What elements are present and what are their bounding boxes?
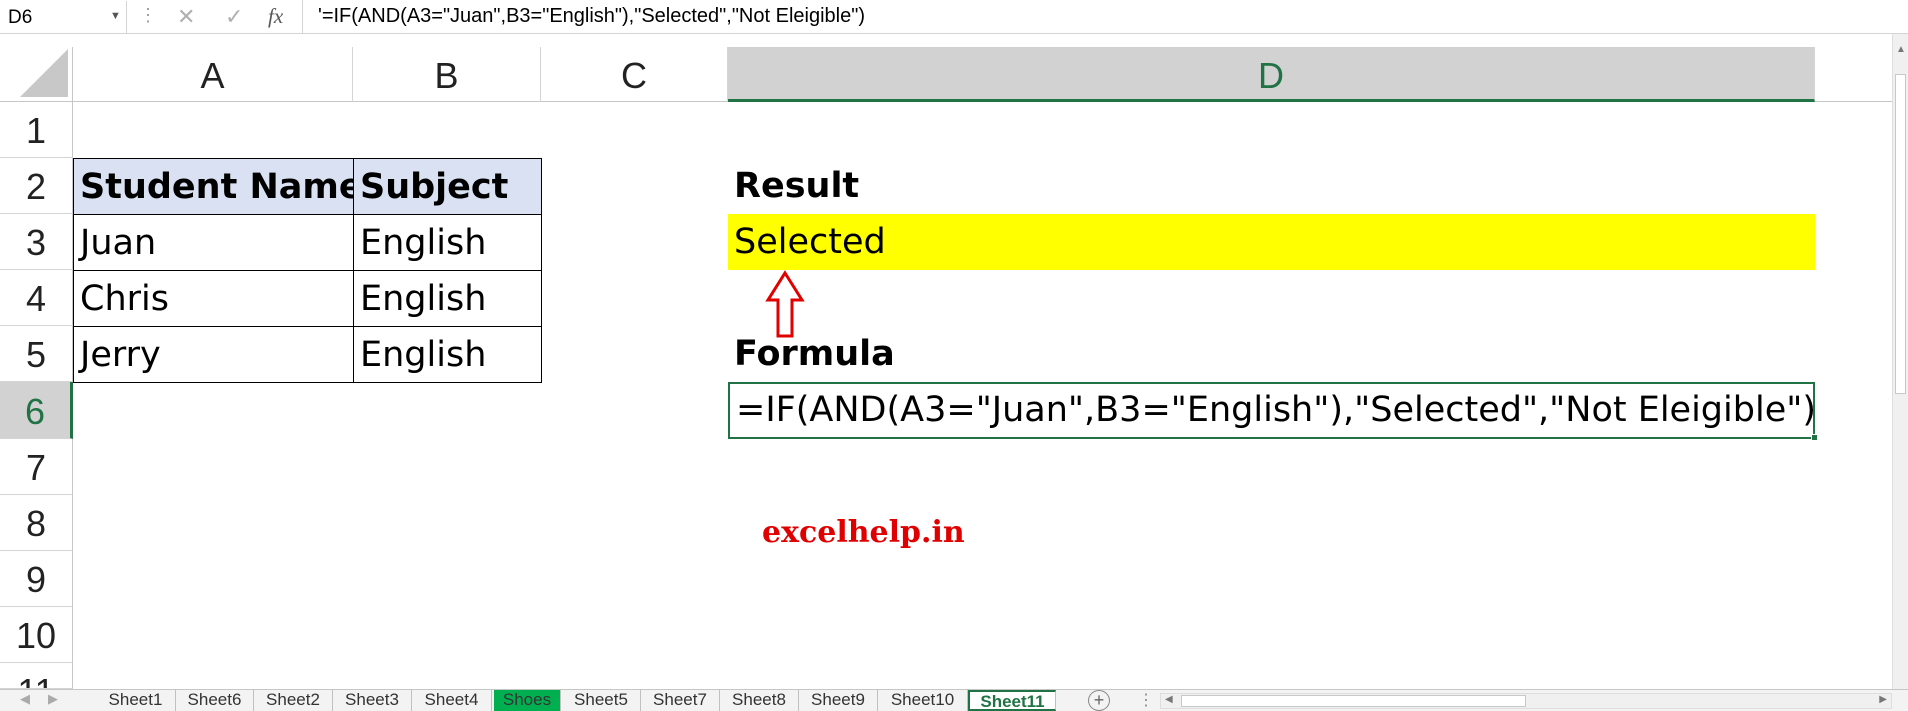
row-header-11[interactable]: 11: [0, 663, 73, 689]
tab-scroll-left-icon[interactable]: ◀: [20, 691, 30, 707]
table-cell-name[interactable]: Chris: [73, 270, 354, 327]
row-header-10[interactable]: 10: [0, 607, 73, 663]
formula-bar: D6 ▼ ⋮ ✕ ✓ fx '=IF(AND(A3="Juan",B3="Eng…: [0, 0, 1908, 34]
scroll-right-icon[interactable]: ▶: [1879, 694, 1887, 705]
result-label[interactable]: Result: [728, 158, 1128, 214]
vertical-scroll-thumb[interactable]: [1895, 74, 1906, 394]
row-header-5[interactable]: 5: [0, 326, 73, 382]
column-header-c[interactable]: C: [541, 47, 728, 102]
column-header-a[interactable]: A: [73, 47, 353, 102]
sheet-tab[interactable]: Sheet7: [641, 690, 720, 711]
row-header-1[interactable]: 1: [0, 102, 73, 158]
horizontal-scroll-thumb[interactable]: [1181, 695, 1526, 707]
horizontal-scrollbar[interactable]: ◀ ▶: [1160, 693, 1892, 709]
scroll-left-icon[interactable]: ◀: [1165, 694, 1173, 705]
more-vertical-icon: ⋮: [139, 5, 157, 25]
sheet-tab[interactable]: Sheet6: [176, 690, 254, 711]
sheet-tab[interactable]: Sheet2: [254, 690, 333, 711]
row-header-9[interactable]: 9: [0, 551, 73, 607]
table-cell-subject[interactable]: English: [353, 214, 542, 271]
sheet-tab[interactable]: Sheet1: [96, 690, 176, 711]
formula-input[interactable]: '=IF(AND(A3="Juan",B3="English"),"Select…: [318, 5, 865, 28]
formula-bar-divider: [302, 0, 303, 34]
sheet-tab-shoes[interactable]: Shoes: [494, 690, 561, 711]
fill-handle[interactable]: [1811, 434, 1818, 441]
more-vertical-icon: ⋮: [1138, 692, 1154, 709]
table-cell-name[interactable]: Juan: [73, 214, 354, 271]
enter-icon[interactable]: ✓: [225, 4, 243, 30]
row-header-2[interactable]: 2: [0, 158, 73, 214]
sheet-tab[interactable]: Sheet8: [720, 690, 799, 711]
scroll-up-icon[interactable]: ▲: [1896, 44, 1906, 55]
select-all-triangle-icon: [20, 49, 68, 97]
table-cell-subject[interactable]: English: [353, 326, 542, 383]
row-header-6[interactable]: 6: [0, 382, 73, 439]
sheet-tab[interactable]: Sheet3: [333, 690, 412, 711]
table-header-student-name[interactable]: Student Name: [73, 158, 363, 215]
formula-label[interactable]: Formula: [728, 326, 1128, 382]
add-sheet-icon[interactable]: +: [1088, 690, 1110, 711]
table-cell-name[interactable]: Jerry: [73, 326, 354, 383]
result-value-cell[interactable]: Selected: [728, 214, 1815, 270]
row-header-7[interactable]: 7: [0, 439, 73, 495]
insert-function-icon[interactable]: fx: [268, 4, 283, 29]
tab-scroll-right-icon[interactable]: ▶: [48, 691, 58, 707]
vertical-scrollbar[interactable]: ▲: [1892, 34, 1908, 689]
row-header-8[interactable]: 8: [0, 495, 73, 551]
row-header-4[interactable]: 4: [0, 270, 73, 326]
sheet-tab-bar: ◀ ▶ Sheet1 Sheet6 Sheet2 Sheet3 Sheet4 S…: [0, 689, 1908, 711]
watermark-text: excelhelp.in: [762, 515, 965, 550]
sheet-tab[interactable]: Sheet5: [562, 690, 641, 711]
formula-text-cell[interactable]: =IF(AND(A3="Juan",B3="English"),"Selecte…: [728, 382, 1816, 439]
chevron-down-icon[interactable]: ▼: [110, 10, 121, 22]
select-all-button[interactable]: [0, 47, 73, 102]
sheet-tab[interactable]: Sheet4: [412, 690, 492, 711]
row-header-3[interactable]: 3: [0, 214, 73, 270]
table-cell-subject[interactable]: English: [353, 270, 542, 327]
sheet-tab-active[interactable]: Sheet11: [968, 690, 1056, 711]
sheet-tab[interactable]: Sheet9: [799, 690, 878, 711]
name-box[interactable]: D6 ▼: [0, 1, 127, 33]
cancel-icon[interactable]: ✕: [177, 4, 195, 30]
column-header-d[interactable]: D: [728, 47, 1815, 102]
name-box-value: D6: [8, 7, 33, 28]
sheet-tab[interactable]: Sheet10: [878, 690, 968, 711]
table-header-subject[interactable]: Subject: [353, 158, 542, 215]
column-header-b[interactable]: B: [353, 47, 541, 102]
